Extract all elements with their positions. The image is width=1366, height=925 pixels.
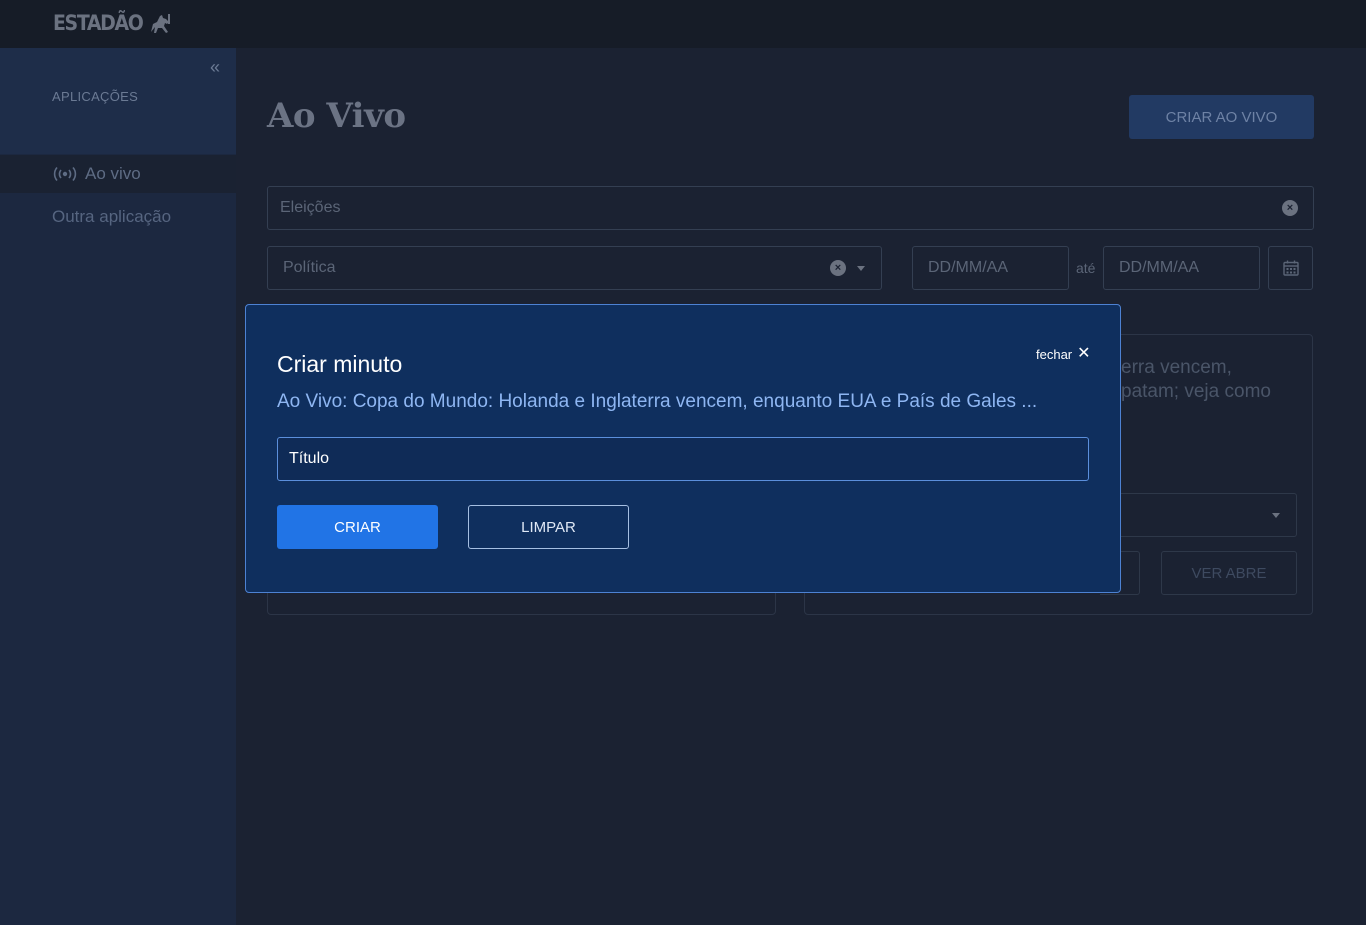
- collapse-sidebar-icon[interactable]: «: [210, 58, 220, 76]
- sidebar-item-label: Outra aplicação: [52, 207, 172, 226]
- create-live-button[interactable]: CRIAR AO VIVO: [1129, 95, 1314, 139]
- sidebar-item-ao-vivo[interactable]: Ao vivo: [0, 155, 236, 193]
- modal-subtitle: Ao Vivo: Copa do Mundo: Holanda e Inglat…: [277, 391, 1038, 412]
- sidebar-item-outra-aplicacao[interactable]: Outra aplicação: [0, 198, 236, 236]
- title-input[interactable]: [277, 437, 1089, 481]
- search-input[interactable]: Eleições ×: [267, 186, 1314, 230]
- modal-title: Criar minuto: [277, 351, 403, 377]
- sidebar-section-title: APLICAÇÕES: [52, 89, 139, 104]
- view-open-button[interactable]: VER ABRE: [1161, 551, 1297, 595]
- chevron-down-icon[interactable]: [1272, 513, 1280, 518]
- date-from-placeholder: DD/MM/AA: [928, 259, 1008, 276]
- create-minute-modal: Criar minuto fechar ✕ Ao Vivo: Copa do M…: [245, 304, 1121, 593]
- date-separator: até: [1076, 260, 1096, 276]
- broadcast-icon: [53, 166, 77, 182]
- date-to-placeholder: DD/MM/AA: [1119, 259, 1199, 276]
- chevron-down-icon[interactable]: [857, 266, 865, 271]
- clear-button[interactable]: LIMPAR: [468, 505, 629, 549]
- card-select[interactable]: [1118, 493, 1297, 537]
- brand-logo[interactable]: ESTADÃO: [53, 11, 144, 35]
- live-card-title: erra vencem, patam; veja como: [1121, 356, 1271, 404]
- close-button[interactable]: fechar ✕: [1036, 346, 1091, 362]
- date-to-input[interactable]: DD/MM/AA: [1103, 246, 1260, 290]
- horse-rider-logo-icon: [151, 14, 170, 33]
- live-card-title-line: patam; veja como: [1121, 381, 1271, 402]
- sidebar-item-label: Ao vivo: [85, 164, 141, 183]
- close-label: fechar: [1036, 346, 1073, 362]
- sidebar: « APLICAÇÕES Ao vivo Outra aplicação: [0, 48, 236, 925]
- category-select[interactable]: Política ×: [267, 246, 882, 290]
- top-bar: ESTADÃO: [0, 0, 1366, 48]
- calendar-icon: [1283, 260, 1299, 276]
- clear-category-icon[interactable]: ×: [830, 260, 846, 276]
- search-input-value: Eleições: [280, 199, 341, 216]
- clear-search-icon[interactable]: ×: [1282, 200, 1298, 216]
- live-card-title-line: erra vencem,: [1121, 357, 1232, 378]
- sidebar-header: « APLICAÇÕES: [0, 48, 236, 154]
- calendar-button[interactable]: [1268, 246, 1313, 290]
- date-from-input[interactable]: DD/MM/AA: [912, 246, 1069, 290]
- close-icon: ✕: [1077, 345, 1091, 362]
- create-button[interactable]: CRIAR: [277, 505, 438, 549]
- page-title: Ao Vivo: [267, 96, 406, 136]
- category-select-value: Política: [283, 259, 336, 276]
